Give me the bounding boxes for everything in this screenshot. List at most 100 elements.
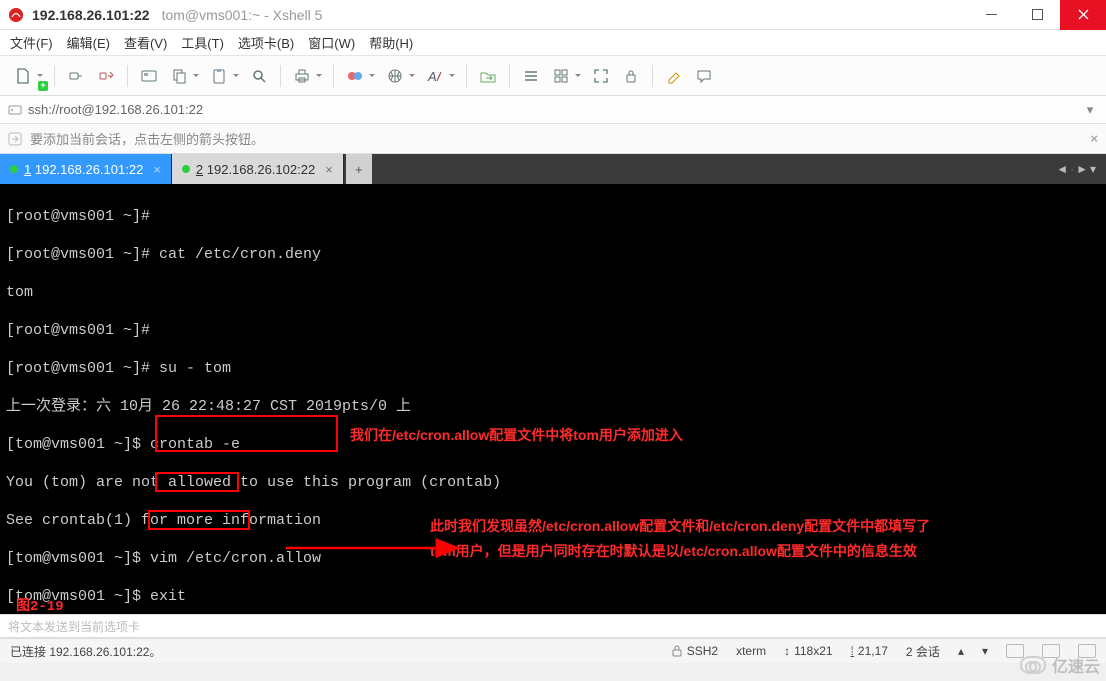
file-icon bbox=[14, 67, 32, 85]
session-tab-2[interactable]: 2 192.168.26.102:22 × bbox=[172, 154, 344, 184]
window-title-sub: tom@vms001:~ - Xshell 5 bbox=[162, 7, 323, 23]
menu-edit[interactable]: 编辑(E) bbox=[67, 33, 110, 52]
tab-next-button[interactable]: ► bbox=[1076, 162, 1088, 176]
session-tab-1[interactable]: 1 192.168.26.101:22 × bbox=[0, 154, 172, 184]
menu-bar: 文件(F) 编辑(E) 查看(V) 工具(T) 选项卡(B) 窗口(W) 帮助(… bbox=[0, 30, 1106, 56]
printer-icon bbox=[293, 67, 311, 85]
lock-button[interactable] bbox=[618, 63, 644, 89]
properties-button[interactable] bbox=[136, 63, 162, 89]
maximize-button[interactable] bbox=[1014, 0, 1060, 30]
close-button[interactable] bbox=[1060, 0, 1106, 30]
xftp-button[interactable] bbox=[475, 63, 501, 89]
tab-close-button[interactable]: × bbox=[153, 162, 161, 177]
status-size: ↕ 118x21 bbox=[784, 644, 832, 658]
highlighter-icon bbox=[665, 67, 683, 85]
status-scroll-down[interactable]: ▾ bbox=[982, 644, 988, 658]
annotation-text-2-line2: tom用户，但是用户同时存在时默认是以/etc/cron.allow配置文件中的… bbox=[430, 541, 917, 561]
status-indicator-1 bbox=[1006, 644, 1024, 658]
status-protocol: SSH2 bbox=[671, 644, 718, 658]
terminal-line: 上一次登录：六 10月 26 22:48:27 CST 2019pts/0 上 bbox=[6, 397, 1100, 416]
palette-icon bbox=[346, 67, 364, 85]
font-button[interactable]: A bbox=[422, 63, 458, 89]
tab-index: 2 bbox=[196, 162, 203, 177]
status-term: xterm bbox=[736, 644, 766, 658]
compose-bar[interactable]: 将文本发送到当前选项卡 bbox=[0, 614, 1106, 638]
chat-icon bbox=[695, 67, 713, 85]
status-connection: 已连接 192.168.26.101:22。 bbox=[10, 643, 161, 660]
layout-button[interactable] bbox=[548, 63, 584, 89]
status-dot-icon bbox=[10, 165, 18, 173]
font-icon: A bbox=[426, 67, 444, 85]
chat-button[interactable] bbox=[691, 63, 717, 89]
toolbar-separator bbox=[509, 65, 510, 87]
find-button[interactable] bbox=[246, 63, 272, 89]
copy-button[interactable] bbox=[166, 63, 202, 89]
card-icon bbox=[140, 67, 158, 85]
terminal-line: [root@vms001 ~]# cat /etc/cron.deny bbox=[6, 245, 1100, 264]
lines-icon bbox=[522, 67, 540, 85]
folder-transfer-icon bbox=[479, 67, 497, 85]
fullscreen-button[interactable] bbox=[588, 63, 614, 89]
lines-button[interactable] bbox=[518, 63, 544, 89]
menu-window[interactable]: 窗口(W) bbox=[308, 33, 355, 52]
terminal-line: [root@vms001 ~]# bbox=[6, 207, 1100, 226]
fullscreen-icon bbox=[592, 67, 610, 85]
status-indicator-3 bbox=[1078, 644, 1096, 658]
new-session-button[interactable]: + bbox=[10, 63, 46, 89]
session-tab-bar: 1 192.168.26.101:22 × 2 192.168.26.102:2… bbox=[0, 154, 1106, 184]
address-input[interactable] bbox=[28, 102, 1076, 117]
toolbar-separator bbox=[54, 65, 55, 87]
terminal-line: You (tom) are not allowed to use this pr… bbox=[6, 473, 1100, 492]
toolbar-separator bbox=[333, 65, 334, 87]
terminal-line: [tom@vms001 ~]$ exit bbox=[6, 587, 1100, 606]
terminal-output[interactable]: [root@vms001 ~]# [root@vms001 ~]# cat /e… bbox=[0, 184, 1106, 614]
tab-close-button[interactable]: × bbox=[325, 162, 333, 177]
menu-file[interactable]: 文件(F) bbox=[10, 33, 53, 52]
encoding-button[interactable] bbox=[382, 63, 418, 89]
globe-icon bbox=[386, 67, 404, 85]
toolbar-separator bbox=[466, 65, 467, 87]
compose-placeholder: 将文本发送到当前选项卡 bbox=[8, 618, 140, 635]
status-bar: 已连接 192.168.26.101:22。 SSH2 xterm ↕ 118x… bbox=[0, 638, 1106, 663]
color-scheme-button[interactable] bbox=[342, 63, 378, 89]
figure-label: 图2-19 bbox=[16, 598, 64, 614]
arrow-hint-icon[interactable] bbox=[8, 132, 22, 146]
hint-bar: 要添加当前会话，点击左侧的箭头按钮。 × bbox=[0, 124, 1106, 154]
terminal-line: [root@vms001 ~]# su - tom bbox=[6, 359, 1100, 378]
status-scroll-up[interactable]: ▴ bbox=[958, 644, 964, 658]
hint-close-button[interactable]: × bbox=[1090, 131, 1098, 146]
minimize-button[interactable] bbox=[968, 0, 1014, 30]
disconnect-button[interactable] bbox=[93, 63, 119, 89]
add-tab-button[interactable]: + bbox=[346, 154, 372, 184]
tab-label: 192.168.26.102:22 bbox=[207, 162, 315, 177]
menu-help[interactable]: 帮助(H) bbox=[369, 33, 413, 52]
grid-icon bbox=[552, 67, 570, 85]
reconnect-button[interactable] bbox=[63, 63, 89, 89]
toolbar-separator bbox=[127, 65, 128, 87]
menu-tabs[interactable]: 选项卡(B) bbox=[238, 33, 294, 52]
lock-icon bbox=[671, 645, 683, 657]
tab-list-button[interactable]: ▾ bbox=[1090, 162, 1096, 176]
paste-button[interactable] bbox=[206, 63, 242, 89]
status-indicator-2 bbox=[1042, 644, 1060, 658]
menu-tools[interactable]: 工具(T) bbox=[181, 33, 224, 52]
window-buttons bbox=[968, 0, 1106, 30]
address-dropdown[interactable]: ▾ bbox=[1082, 102, 1098, 118]
annotation-text-1: 我们在/etc/cron.allow配置文件中将tom用户添加进入 bbox=[350, 425, 683, 445]
highlight-button[interactable] bbox=[661, 63, 687, 89]
paste-icon bbox=[210, 67, 228, 85]
print-button[interactable] bbox=[289, 63, 325, 89]
tab-prev-button[interactable]: ◄ bbox=[1056, 162, 1068, 176]
address-bar: ▾ bbox=[0, 96, 1106, 124]
menu-view[interactable]: 查看(V) bbox=[124, 33, 167, 52]
title-bar: 192.168.26.101:22 tom@vms001:~ - Xshell … bbox=[0, 0, 1106, 30]
tab-label: 192.168.26.101:22 bbox=[35, 162, 143, 177]
tab-index: 1 bbox=[24, 162, 31, 177]
annotation-arrow bbox=[250, 519, 466, 583]
toolbar-separator bbox=[280, 65, 281, 87]
window-title-main: 192.168.26.101:22 bbox=[32, 7, 150, 23]
status-cursor: ⁞ 21,17 bbox=[851, 644, 888, 658]
hint-text: 要添加当前会话，点击左侧的箭头按钮。 bbox=[30, 129, 264, 148]
svg-text:A: A bbox=[427, 69, 437, 84]
copy-icon bbox=[170, 67, 188, 85]
